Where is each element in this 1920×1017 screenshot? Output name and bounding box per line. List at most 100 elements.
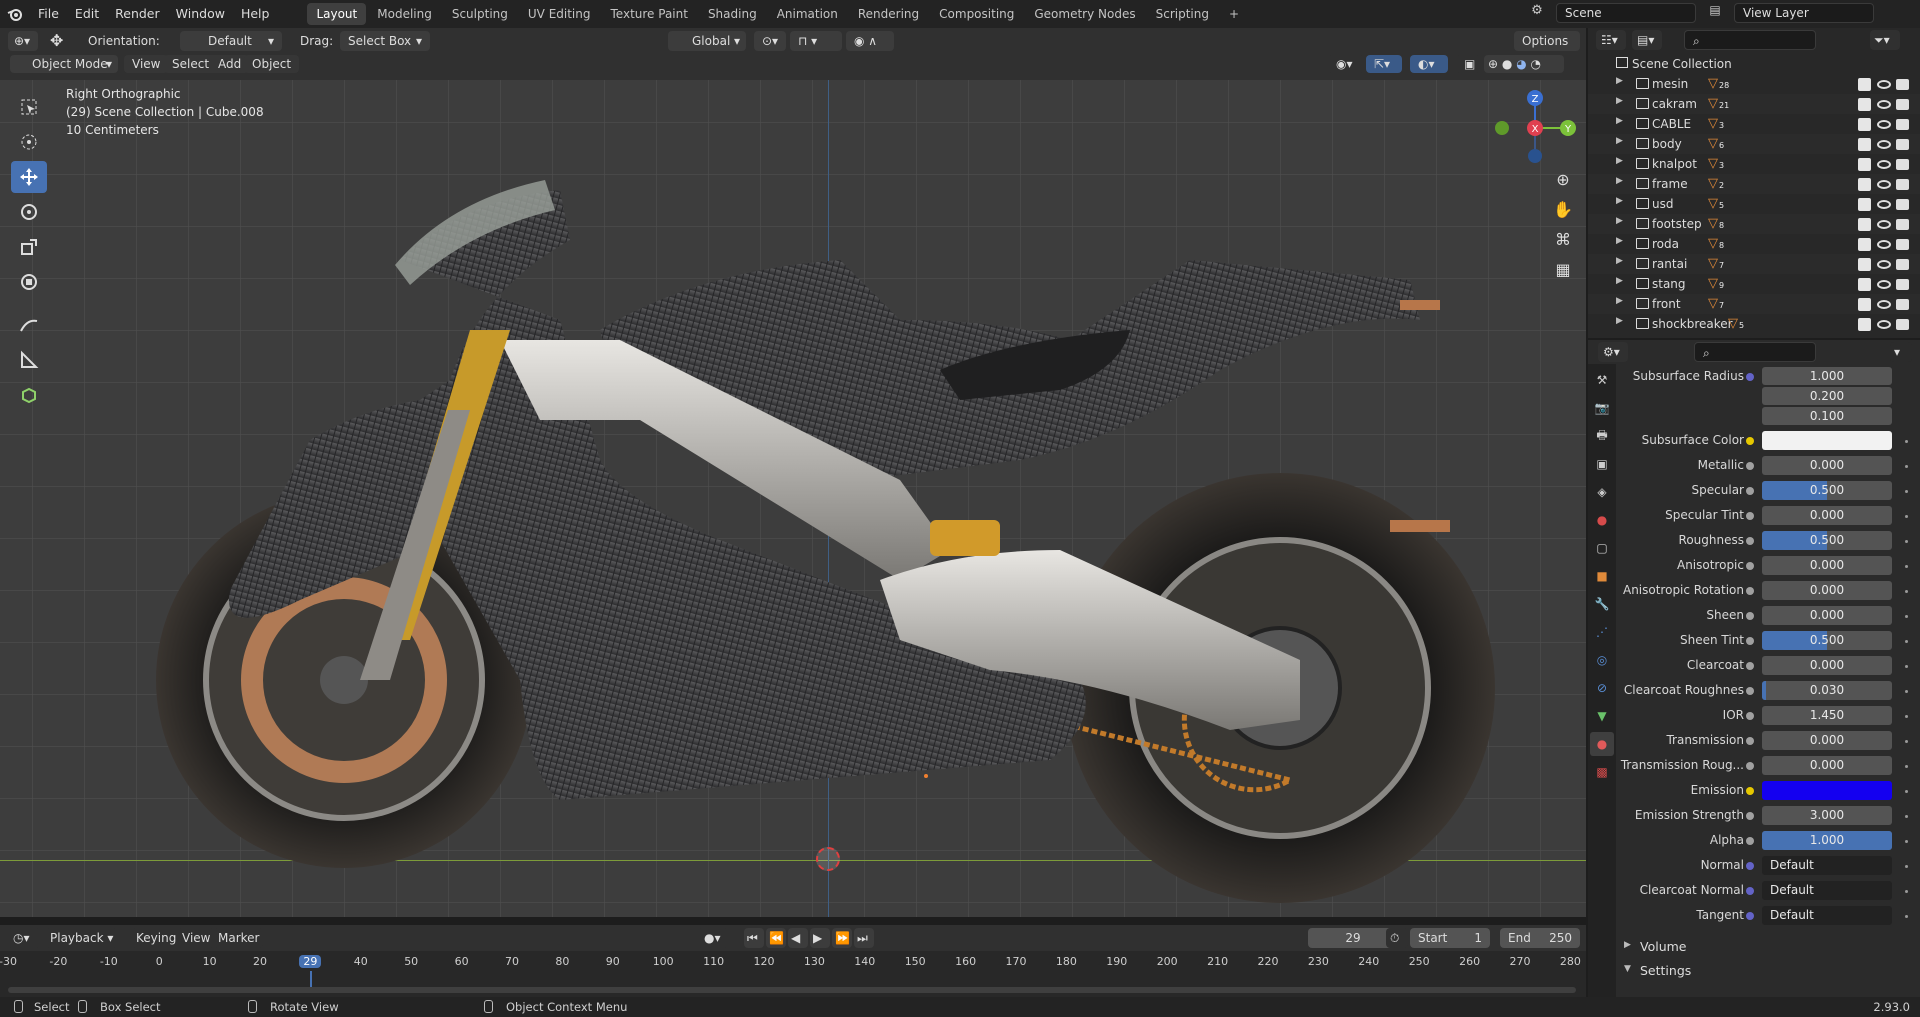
socket-dot[interactable] <box>1746 787 1754 795</box>
outliner-item[interactable]: ▶ cakram ▽ 21 <box>1588 94 1920 114</box>
pan-hand-icon[interactable]: ✋ <box>1548 200 1578 230</box>
prev-keyframe-icon[interactable]: ⏪ <box>766 928 786 948</box>
expand-arrow-icon[interactable]: ▶ <box>1616 76 1623 86</box>
visibility-eye-icon[interactable] <box>1877 80 1891 89</box>
scene-selector[interactable]: Scene <box>1556 3 1696 23</box>
outliner-item[interactable]: ▶ CABLE ▽ 3 <box>1588 114 1920 134</box>
expand-arrow-icon[interactable]: ▶ <box>1616 276 1623 286</box>
current-frame-indicator[interactable]: 29 <box>299 955 322 968</box>
socket-link-field[interactable]: Default <box>1762 906 1892 925</box>
gizmo-toggle[interactable]: ⇱▾ <box>1366 55 1402 73</box>
slider-field[interactable]: 0.030 <box>1762 681 1892 700</box>
socket-dot[interactable] <box>1746 762 1754 770</box>
jump-start-icon[interactable]: ⏮ <box>744 928 764 948</box>
decorator-dot[interactable] <box>1905 515 1908 518</box>
socket-dot[interactable] <box>1746 537 1754 545</box>
decorator-dot[interactable] <box>1905 865 1908 868</box>
exclude-checkbox[interactable] <box>1858 298 1871 311</box>
view-layer-tab-icon[interactable]: ▣ <box>1590 452 1614 476</box>
decorator-dot[interactable] <box>1905 790 1908 793</box>
timeline-scrollbar[interactable] <box>8 987 1576 993</box>
exclude-checkbox[interactable] <box>1858 278 1871 291</box>
end-frame-field[interactable]: End 250 <box>1500 928 1580 948</box>
slider-field[interactable]: 0.000 <box>1762 456 1892 475</box>
property-value-field[interactable]: 0.100 <box>1762 407 1892 425</box>
render-camera-icon[interactable] <box>1896 259 1909 270</box>
tool-tab-icon[interactable]: ⚒ <box>1590 368 1614 392</box>
decorator-dot[interactable] <box>1905 665 1908 668</box>
properties-options-dropdown[interactable]: ▾ <box>1890 342 1912 362</box>
camera-view-icon[interactable]: ⌘ <box>1548 230 1578 260</box>
slider-field[interactable]: 0.500 <box>1762 481 1892 500</box>
render-camera-icon[interactable] <box>1896 99 1909 110</box>
visibility-eye-icon[interactable] <box>1877 280 1891 289</box>
visibility-eye-icon[interactable] <box>1877 240 1891 249</box>
expand-arrow-icon[interactable]: ▶ <box>1616 216 1623 226</box>
expand-arrow-icon[interactable]: ▶ <box>1616 136 1623 146</box>
expand-arrow-icon[interactable]: ▶ <box>1616 176 1623 186</box>
overlay-toggle[interactable]: ◐▾ <box>1410 55 1448 73</box>
expand-arrow-icon[interactable]: ▶ <box>1616 116 1623 126</box>
render-camera-icon[interactable] <box>1896 239 1909 250</box>
workspace-tab-animation[interactable]: Animation <box>768 3 847 25</box>
collection-tab-icon[interactable]: ▢ <box>1590 536 1614 560</box>
current-frame-field[interactable]: 29 <box>1308 928 1398 948</box>
object-tab-icon[interactable]: ■ <box>1590 564 1614 588</box>
decorator-dot[interactable] <box>1905 565 1908 568</box>
drag-dropdown[interactable]: Select Box ▾ <box>340 31 430 51</box>
timeline-menu-view[interactable]: View <box>178 928 215 948</box>
material-tab-icon[interactable]: ● <box>1590 732 1614 756</box>
exclude-checkbox[interactable] <box>1858 138 1871 151</box>
data-tab-icon[interactable]: ▼ <box>1590 704 1614 728</box>
render-camera-icon[interactable] <box>1896 319 1909 330</box>
motorcycle-model[interactable] <box>0 80 1586 917</box>
outliner-search-field[interactable]: ⌕ <box>1684 30 1816 50</box>
slider-field[interactable]: 0.000 <box>1762 606 1892 625</box>
visibility-eye-icon[interactable] <box>1877 200 1891 209</box>
3d-viewport[interactable]: Right Orthographic (29) Scene Collection… <box>0 80 1586 917</box>
decorator-dot[interactable] <box>1905 615 1908 618</box>
slider-field[interactable]: 0.000 <box>1762 731 1892 750</box>
cursor-tool-icon[interactable] <box>11 126 47 158</box>
decorator-dot[interactable] <box>1905 840 1908 843</box>
decorator-dot[interactable] <box>1905 590 1908 593</box>
slider-field[interactable]: 0.000 <box>1762 506 1892 525</box>
property-value-field[interactable]: 0.200 <box>1762 387 1892 405</box>
exclude-checkbox[interactable] <box>1858 218 1871 231</box>
outliner-item[interactable]: ▶ mesin ▽ 28 <box>1588 74 1920 94</box>
properties-search-field[interactable]: ⌕ <box>1694 342 1816 362</box>
scene-collection-row[interactable]: Scene Collection <box>1588 54 1920 74</box>
decorator-dot[interactable] <box>1905 740 1908 743</box>
render-camera-icon[interactable] <box>1896 159 1909 170</box>
workspace-tab-layout[interactable]: Layout <box>307 3 367 25</box>
play-reverse-icon[interactable]: ◀ <box>788 928 808 948</box>
workspace-tab-sculpting[interactable]: Sculpting <box>443 3 517 25</box>
next-keyframe-icon[interactable]: ⏩ <box>832 928 852 948</box>
exclude-checkbox[interactable] <box>1858 118 1871 131</box>
decorator-dot[interactable] <box>1905 440 1908 443</box>
slider-field[interactable]: 0.000 <box>1762 756 1892 775</box>
workspace-tab-texture-paint[interactable]: Texture Paint <box>602 3 697 25</box>
menu-render[interactable]: Render <box>107 2 168 26</box>
workspace-tab-uv-editing[interactable]: UV Editing <box>519 3 600 25</box>
exclude-checkbox[interactable] <box>1858 178 1871 191</box>
visibility-dropdown[interactable]: ◉▾ <box>1328 55 1364 73</box>
snap-toggle[interactable]: ⊓ ▾ <box>790 31 842 51</box>
outliner-item[interactable]: ▶ usd ▽ 5 <box>1588 194 1920 214</box>
3d-cursor[interactable] <box>816 847 840 871</box>
transform-tool-icon[interactable] <box>11 266 47 298</box>
workspace-tab-scripting[interactable]: Scripting <box>1147 3 1218 25</box>
socket-dot[interactable] <box>1746 912 1754 920</box>
outliner-item[interactable]: ▶ body ▽ 6 <box>1588 134 1920 154</box>
color-swatch[interactable] <box>1762 431 1892 450</box>
workspace-tab-modeling[interactable]: Modeling <box>368 3 441 25</box>
workspace-tab-geometry-nodes[interactable]: Geometry Nodes <box>1025 3 1144 25</box>
socket-dot[interactable] <box>1746 437 1754 445</box>
exclude-checkbox[interactable] <box>1858 238 1871 251</box>
add-cube-tool-icon[interactable] <box>11 379 47 411</box>
decorator-dot[interactable] <box>1905 465 1908 468</box>
expand-arrow-icon[interactable]: ▶ <box>1616 156 1623 166</box>
play-icon[interactable]: ▶ <box>810 928 830 948</box>
output-tab-icon[interactable]: 🖶 <box>1590 424 1614 448</box>
options-dropdown[interactable]: Options ▾ <box>1514 31 1580 68</box>
